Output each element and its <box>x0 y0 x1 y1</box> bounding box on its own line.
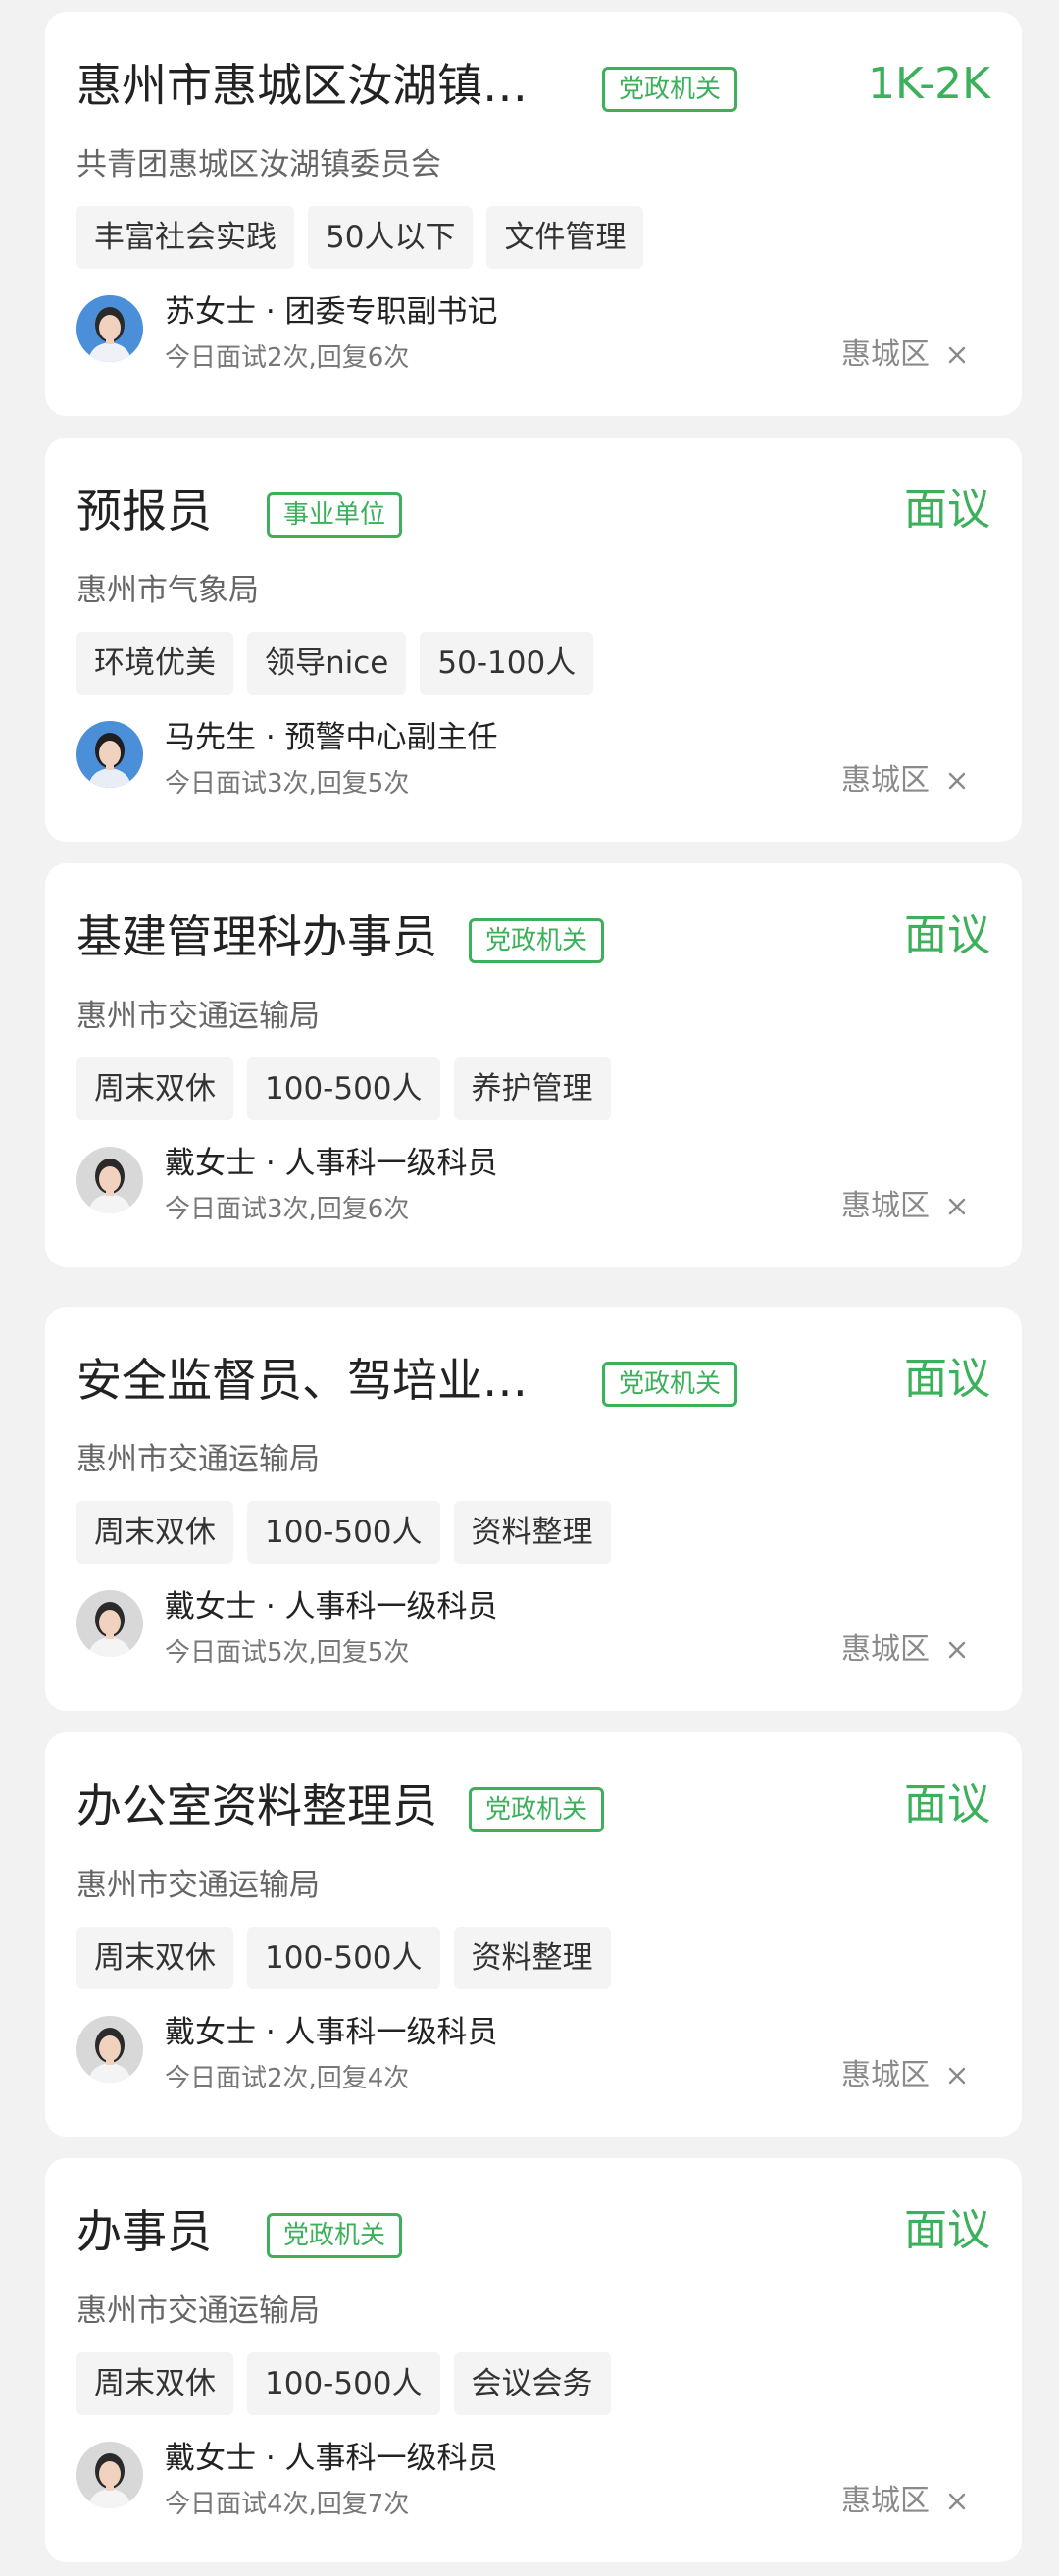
district-label: 惠城区 <box>841 763 930 798</box>
company-name[interactable]: 惠州市交通运输局 <box>76 1866 320 1905</box>
unit-type-badge: 党政机关 <box>602 1362 738 1407</box>
job-title-row: 安全监督员、驾培业… 党政机关 面议 <box>76 1346 990 1415</box>
job-tag: 资料整理 <box>453 1501 611 1564</box>
job-card[interactable]: 办公室资料整理员 党政机关 面议惠州市交通运输局周末双休 100-500人 资料整理戴女… <box>45 1732 1022 2137</box>
job-tag: 周末双休 <box>76 1057 233 1120</box>
unit-type-badge: 党政机关 <box>469 1787 605 1832</box>
close-icon[interactable] <box>943 341 971 369</box>
job-tag: 100-500人 <box>247 1501 440 1564</box>
job-card[interactable]: 办事员 党政机关 面议惠州市交通运输局周末双休 100-500人 会议会务戴女士 · 人… <box>45 2158 1022 2562</box>
job-tag: 文件管理 <box>486 206 644 269</box>
recruiter-activity: 今日面试2次,回复4次 <box>165 2064 410 2093</box>
recruiter-avatar-icon <box>76 1147 143 1213</box>
job-tag: 环境优美 <box>76 632 233 695</box>
recruiter-avatar-icon <box>76 2442 143 2508</box>
recruiter-info: 戴女士 · 人事科一级科员 <box>165 2441 498 2476</box>
job-title-row: 惠州市惠城区汝湖镇… 党政机关 1K-2K <box>76 51 990 120</box>
salary: 面议 <box>904 1354 990 1404</box>
job-tag: 100-500人 <box>247 1057 440 1120</box>
company-name[interactable]: 惠州市交通运输局 <box>76 1440 320 1479</box>
recruiter-avatar-icon <box>76 1590 143 1657</box>
job-title-row: 预报员 事业单位 面议 <box>76 477 990 545</box>
company-name[interactable]: 惠州市气象局 <box>76 571 259 610</box>
job-tags: 周末双休 100-500人 养护管理 <box>76 1057 611 1120</box>
salary: 面议 <box>904 1779 990 1829</box>
district-label: 惠城区 <box>841 1632 930 1667</box>
unit-type-badge: 党政机关 <box>602 67 738 112</box>
close-icon[interactable] <box>943 2062 971 2089</box>
recruiter-avatar-icon <box>76 721 143 788</box>
close-icon[interactable] <box>943 1193 971 1220</box>
job-tag: 会议会务 <box>453 2352 611 2415</box>
job-card[interactable]: 预报员 事业单位 面议惠州市气象局环境优美 领导nice 50-100人马先生 · 预警… <box>45 438 1022 842</box>
salary: 1K-2K <box>868 59 990 109</box>
recruiter-avatar-icon <box>76 2016 143 2083</box>
recruiter-info: 马先生 · 预警中心副主任 <box>165 720 498 755</box>
company-name[interactable]: 共青团惠城区汝湖镇委员会 <box>76 145 441 184</box>
job-title: 惠州市惠城区汝湖镇… <box>76 59 528 112</box>
job-title-row: 办公室资料整理员 党政机关 面议 <box>76 1772 990 1840</box>
recruiter-avatar-icon <box>76 295 143 362</box>
unit-type-badge: 党政机关 <box>469 918 605 963</box>
recruiter-info: 戴女士 · 人事科一级科员 <box>165 1146 498 1181</box>
job-tag: 50人以下 <box>308 206 474 269</box>
job-title: 预报员 <box>76 485 212 538</box>
job-tag: 丰富社会实践 <box>76 206 294 269</box>
recruiter-info: 戴女士 · 人事科一级科员 <box>165 1589 498 1624</box>
salary: 面议 <box>904 485 990 535</box>
recruiter-info: 戴女士 · 人事科一级科员 <box>165 2015 498 2050</box>
job-tags: 周末双休 100-500人 资料整理 <box>76 1501 611 1564</box>
recruiter-activity: 今日面试3次,回复6次 <box>165 1195 410 1224</box>
job-tag: 100-500人 <box>247 1927 440 1989</box>
district-label: 惠城区 <box>841 337 930 372</box>
unit-type-badge: 事业单位 <box>267 492 403 538</box>
close-icon[interactable] <box>943 2488 971 2515</box>
job-tag: 周末双休 <box>76 1501 233 1564</box>
company-name[interactable]: 惠州市交通运输局 <box>76 2292 320 2331</box>
job-title-row: 办事员 党政机关 面议 <box>76 2197 990 2266</box>
job-title: 安全监督员、驾培业… <box>76 1354 528 1407</box>
recruiter-info: 苏女士 · 团委专职副书记 <box>165 294 498 330</box>
job-tags: 周末双休 100-500人 会议会务 <box>76 2352 611 2415</box>
job-tags: 环境优美 领导nice 50-100人 <box>76 632 594 695</box>
job-tags: 周末双休 100-500人 资料整理 <box>76 1927 611 1989</box>
company-name[interactable]: 惠州市交通运输局 <box>76 997 320 1036</box>
district-label: 惠城区 <box>841 2484 930 2518</box>
job-tag: 资料整理 <box>453 1927 611 1989</box>
salary: 面议 <box>904 910 990 960</box>
job-card[interactable]: 安全监督员、驾培业… 党政机关 面议惠州市交通运输局周末双休 100-500人 资料整理… <box>45 1307 1022 1711</box>
recruiter-activity: 今日面试5次,回复5次 <box>165 1638 410 1668</box>
recruiter-activity: 今日面试2次,回复6次 <box>165 343 410 373</box>
close-icon[interactable] <box>943 767 971 795</box>
recruiter-activity: 今日面试3次,回复5次 <box>165 769 410 799</box>
job-title-row: 基建管理科办事员 党政机关 面议 <box>76 902 990 971</box>
job-card[interactable]: 基建管理科办事员 党政机关 面议惠州市交通运输局周末双休 100-500人 养护管理戴女… <box>45 863 1022 1267</box>
job-title: 基建管理科办事员 <box>76 910 437 963</box>
unit-type-badge: 党政机关 <box>267 2213 403 2258</box>
close-icon[interactable] <box>943 1636 971 1664</box>
job-tag: 周末双休 <box>76 1927 233 1989</box>
salary: 面议 <box>904 2205 990 2255</box>
recruiter-activity: 今日面试4次,回复7次 <box>165 2490 410 2519</box>
job-list: 惠州市惠城区汝湖镇… 党政机关 1K-2K 共青团惠城区汝湖镇委员会丰富社会实践 50人… <box>0 0 1059 2576</box>
job-title: 办事员 <box>76 2205 212 2258</box>
district-label: 惠城区 <box>841 1189 930 1223</box>
district-label: 惠城区 <box>841 2058 930 2092</box>
job-tag: 领导nice <box>247 632 407 695</box>
job-tag: 50-100人 <box>420 632 594 695</box>
job-tag: 周末双休 <box>76 2352 233 2415</box>
job-tag: 养护管理 <box>453 1057 611 1120</box>
job-title: 办公室资料整理员 <box>76 1779 437 1832</box>
job-tag: 100-500人 <box>247 2352 440 2415</box>
job-tags: 丰富社会实践 50人以下 文件管理 <box>76 206 644 269</box>
job-card[interactable]: 惠州市惠城区汝湖镇… 党政机关 1K-2K 共青团惠城区汝湖镇委员会丰富社会实践 50人… <box>45 12 1022 416</box>
